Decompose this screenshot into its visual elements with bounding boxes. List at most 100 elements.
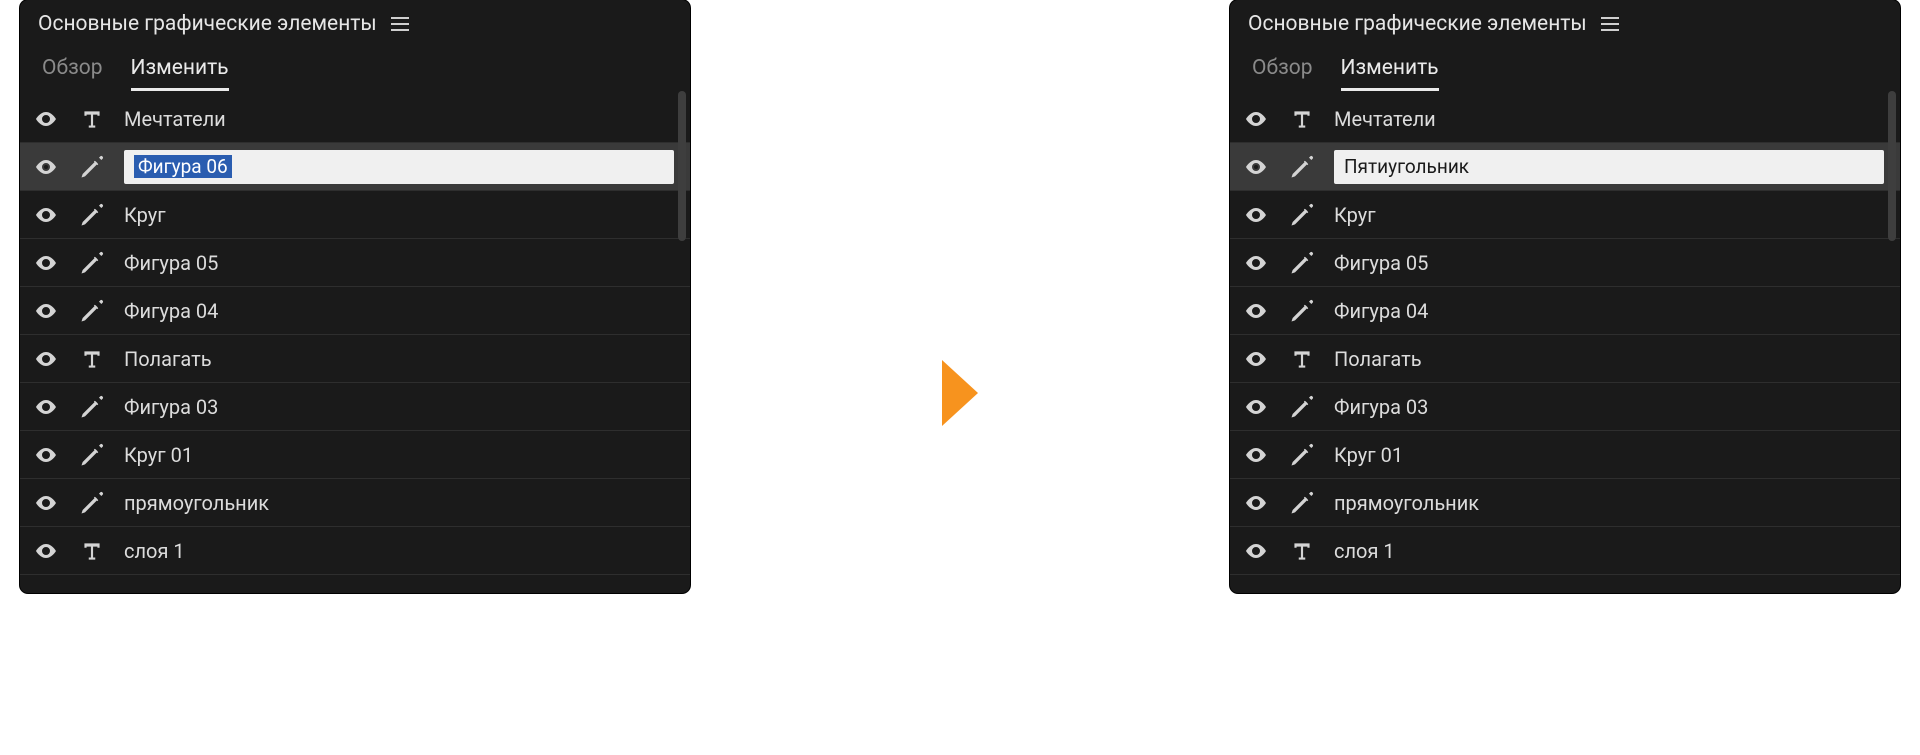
layer-row[interactable]: Фигура 03 — [1230, 383, 1900, 431]
panel-title: Основные графические элементы — [38, 12, 377, 36]
visibility-eye-icon[interactable] — [1242, 251, 1270, 275]
pen-layer-icon — [74, 249, 110, 277]
tab-browse[interactable]: Обзор — [42, 56, 103, 91]
layer-row[interactable]: Круг 01 — [20, 431, 690, 479]
scrollbar-track[interactable] — [1888, 91, 1896, 593]
text-layer-icon — [74, 346, 110, 372]
visibility-eye-icon[interactable] — [32, 539, 60, 563]
layer-name-label: прямоугольник — [1334, 491, 1479, 515]
text-layer-icon — [1284, 538, 1320, 564]
layer-row[interactable]: прямоугольник — [1230, 479, 1900, 527]
panel-header: Основные графические элементы — [1230, 0, 1900, 42]
pen-layer-icon — [74, 153, 110, 181]
layer-name-input[interactable]: Фигура 06 — [124, 150, 674, 184]
layer-row[interactable]: Фигура 05 — [1230, 239, 1900, 287]
visibility-eye-icon[interactable] — [1242, 347, 1270, 371]
layer-row[interactable]: слоя 1 — [20, 527, 690, 575]
visibility-eye-icon[interactable] — [32, 203, 60, 227]
pen-layer-icon — [74, 297, 110, 325]
panel-menu-icon[interactable] — [1601, 17, 1619, 31]
layer-row[interactable]: Мечтатели — [20, 95, 690, 143]
layer-name-label: Круг — [1334, 203, 1376, 227]
pen-layer-icon — [74, 441, 110, 469]
layer-row[interactable]: Полагать — [20, 335, 690, 383]
layers-list-left: Мечтатели Фигура 06 Круг Фигура 05 Фигура 04… — [20, 91, 690, 593]
layer-name-label: Полагать — [124, 347, 212, 371]
visibility-eye-icon[interactable] — [1242, 491, 1270, 515]
layer-name-label: слоя 1 — [1334, 539, 1395, 563]
arrow-right-icon — [938, 358, 982, 428]
layer-name-label: Фигура 04 — [1334, 299, 1428, 323]
layer-row[interactable]: прямоугольник — [20, 479, 690, 527]
transition-arrow — [920, 73, 1000, 713]
layer-row[interactable]: Полагать — [1230, 335, 1900, 383]
layer-row[interactable]: Мечтатели — [1230, 95, 1900, 143]
scrollbar-thumb[interactable] — [678, 91, 686, 241]
pen-layer-icon — [74, 489, 110, 517]
panel-title: Основные графические элементы — [1248, 12, 1587, 36]
tabs: Обзор Изменить — [20, 42, 690, 91]
panel-header: Основные графические элементы — [20, 0, 690, 42]
pen-layer-icon — [74, 393, 110, 421]
pen-layer-icon — [1284, 249, 1320, 277]
layer-name-label: слоя 1 — [124, 539, 185, 563]
text-layer-icon — [1284, 346, 1320, 372]
visibility-eye-icon[interactable] — [1242, 395, 1270, 419]
layer-row[interactable]: Фигура 06 — [20, 143, 690, 191]
layers-list-right: Мечтатели Круг Фигура 05 Фигура 04 Полагать Ф… — [1230, 91, 1900, 593]
tabs: Обзор Изменить — [1230, 42, 1900, 91]
layer-row[interactable] — [1230, 143, 1900, 191]
visibility-eye-icon[interactable] — [1242, 299, 1270, 323]
visibility-eye-icon[interactable] — [32, 395, 60, 419]
layer-name-label: Фигура 04 — [124, 299, 218, 323]
layer-name-label: прямоугольник — [124, 491, 269, 515]
layer-name-label: Круг — [124, 203, 166, 227]
layer-row[interactable]: Круг 01 — [1230, 431, 1900, 479]
pen-layer-icon — [1284, 441, 1320, 469]
panel-menu-icon[interactable] — [391, 17, 409, 31]
visibility-eye-icon[interactable] — [32, 251, 60, 275]
visibility-eye-icon[interactable] — [32, 491, 60, 515]
layer-row[interactable]: слоя 1 — [1230, 527, 1900, 575]
layer-name-label: Полагать — [1334, 347, 1422, 371]
visibility-eye-icon[interactable] — [1242, 107, 1270, 131]
layer-row[interactable]: Фигура 04 — [1230, 287, 1900, 335]
panel-essential-graphics-after: Основные графические элементы Обзор Изме… — [1230, 0, 1900, 593]
layer-name-label: Фигура 05 — [1334, 251, 1428, 275]
visibility-eye-icon[interactable] — [1242, 443, 1270, 467]
tab-browse[interactable]: Обзор — [1252, 56, 1313, 91]
scrollbar-thumb[interactable] — [1888, 91, 1896, 241]
visibility-eye-icon[interactable] — [1242, 203, 1270, 227]
pen-layer-icon — [1284, 489, 1320, 517]
visibility-eye-icon[interactable] — [32, 299, 60, 323]
text-layer-icon — [1284, 106, 1320, 132]
pen-layer-icon — [1284, 153, 1320, 181]
layer-name-selected-text: Фигура 06 — [134, 155, 232, 178]
text-layer-icon — [74, 106, 110, 132]
pen-layer-icon — [1284, 393, 1320, 421]
pen-layer-icon — [1284, 201, 1320, 229]
layer-name-label: Круг 01 — [124, 443, 193, 467]
visibility-eye-icon[interactable] — [1242, 155, 1270, 179]
pen-layer-icon — [74, 201, 110, 229]
layer-row[interactable]: Круг — [20, 191, 690, 239]
layer-row[interactable]: Круг — [1230, 191, 1900, 239]
layer-row[interactable]: Фигура 05 — [20, 239, 690, 287]
visibility-eye-icon[interactable] — [32, 155, 60, 179]
layer-name-label: Фигура 03 — [124, 395, 218, 419]
tab-edit[interactable]: Изменить — [131, 56, 229, 91]
visibility-eye-icon[interactable] — [32, 107, 60, 131]
layer-row[interactable]: Фигура 03 — [20, 383, 690, 431]
layer-name-label: Круг 01 — [1334, 443, 1403, 467]
visibility-eye-icon[interactable] — [1242, 539, 1270, 563]
layer-name-label: Мечтатели — [1334, 107, 1436, 131]
text-layer-icon — [74, 538, 110, 564]
panel-essential-graphics-before: Основные графические элементы Обзор Изме… — [20, 0, 690, 593]
visibility-eye-icon[interactable] — [32, 443, 60, 467]
tab-edit[interactable]: Изменить — [1341, 56, 1439, 91]
layer-row[interactable]: Фигура 04 — [20, 287, 690, 335]
scrollbar-track[interactable] — [678, 91, 686, 593]
visibility-eye-icon[interactable] — [32, 347, 60, 371]
layer-name-label: Фигура 05 — [124, 251, 218, 275]
layer-name-input[interactable] — [1334, 150, 1884, 184]
